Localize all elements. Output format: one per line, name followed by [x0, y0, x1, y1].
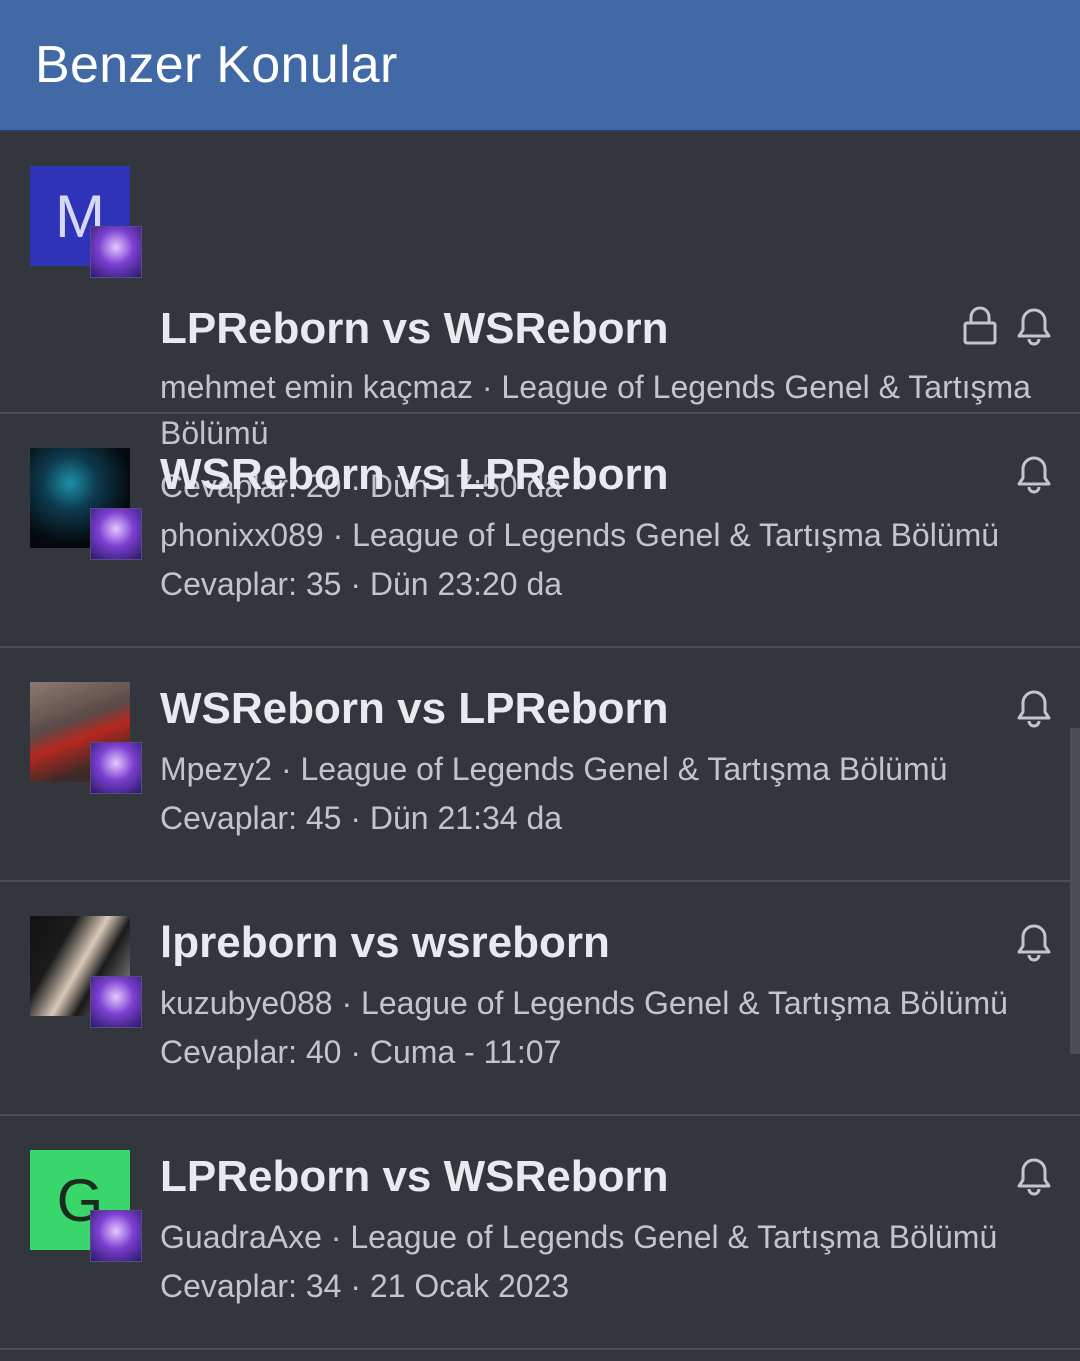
thread-list: M LPReborn vs WSReborn mehmet emin kaçma… — [0, 132, 1080, 1350]
thread-meta: Mpezy2 · League of Legends Genel & Tartı… — [160, 746, 1050, 792]
separator: · — [341, 1268, 370, 1304]
thread-forum[interactable]: League of Legends Genel & Tartışma Bölüm… — [300, 751, 947, 787]
separator: · — [341, 800, 370, 836]
thread-item[interactable]: WSReborn vs LPReborn phonixx089 · League… — [0, 414, 1080, 648]
lock-icon — [962, 306, 998, 346]
thread-item[interactable]: G LPReborn vs WSReborn GuadraAxe · Leagu… — [0, 1116, 1080, 1350]
forum-badge-icon — [90, 508, 142, 560]
thread-item[interactable]: WSReborn vs LPReborn Mpezy2 · League of … — [0, 648, 1080, 882]
reply-count: Cevaplar: 40 — [160, 1034, 342, 1070]
separator: · — [332, 985, 362, 1021]
thread-meta: kuzubye088 · League of Legends Genel & T… — [160, 980, 1050, 1026]
page-title: Benzer Konular — [35, 36, 398, 94]
thread-forum[interactable]: League of Legends Genel & Tartışma Bölüm… — [352, 517, 999, 553]
thread-item[interactable]: lpreborn vs wsreborn kuzubye088 · League… — [0, 882, 1080, 1116]
thread-stats: Cevaplar: 34 · 21 Ocak 2023 — [160, 1268, 569, 1305]
thread-author[interactable]: Mpezy2 — [160, 751, 272, 787]
bell-icon[interactable] — [1016, 688, 1052, 728]
scrollbar[interactable] — [1070, 728, 1080, 1054]
bell-icon[interactable] — [1016, 454, 1052, 494]
thread-title[interactable]: LPReborn vs WSReborn — [160, 304, 669, 354]
separator: · — [321, 1219, 351, 1255]
avatar-group — [30, 916, 142, 1028]
thread-author[interactable]: GuadraAxe — [160, 1219, 322, 1255]
bell-icon[interactable] — [1016, 922, 1052, 962]
thread-stats: Cevaplar: 40 · Cuma - 11:07 — [160, 1034, 561, 1071]
thread-title[interactable]: lpreborn vs wsreborn — [160, 918, 610, 968]
separator: · — [341, 566, 370, 602]
reply-count: Cevaplar: 34 — [160, 1268, 342, 1304]
avatar-group — [30, 682, 142, 794]
thread-meta: phonixx089 · League of Legends Genel & T… — [160, 512, 1050, 558]
page-header: Benzer Konular — [0, 0, 1080, 132]
thread-author[interactable]: kuzubye088 — [160, 985, 333, 1021]
separator: · — [472, 369, 502, 405]
last-post-date[interactable]: Dün 21:34 da — [370, 800, 562, 836]
thread-meta: GuadraAxe · League of Legends Genel & Ta… — [160, 1214, 1050, 1260]
reply-count: Cevaplar: 35 — [160, 566, 342, 602]
last-post-date[interactable]: Dün 23:20 da — [370, 566, 562, 602]
avatar-group: G — [30, 1150, 142, 1262]
avatar-group: M — [30, 166, 142, 278]
forum-badge-icon — [90, 976, 142, 1028]
last-post-date[interactable]: 21 Ocak 2023 — [370, 1268, 569, 1304]
thread-title[interactable]: LPReborn vs WSReborn — [160, 1152, 669, 1202]
thread-author[interactable]: mehmet emin kaçmaz — [160, 369, 473, 405]
thread-forum[interactable]: League of Legends Genel & Tartışma Bölüm… — [361, 985, 1008, 1021]
bell-icon[interactable] — [1016, 306, 1052, 346]
thread-forum[interactable]: League of Legends Genel & Tartışma Bölüm… — [350, 1219, 997, 1255]
separator: · — [272, 751, 301, 787]
thread-author[interactable]: phonixx089 — [160, 517, 324, 553]
forum-badge-icon — [90, 742, 142, 794]
forum-badge-icon — [90, 226, 142, 278]
thread-title[interactable]: WSReborn vs LPReborn — [160, 450, 669, 500]
separator: · — [323, 517, 353, 553]
thread-stats: Cevaplar: 35 · Dün 23:20 da — [160, 566, 562, 603]
bell-icon[interactable] — [1016, 1156, 1052, 1196]
thread-item[interactable]: M LPReborn vs WSReborn mehmet emin kaçma… — [0, 132, 1080, 504]
reply-count: Cevaplar: 45 — [160, 800, 342, 836]
avatar-group — [30, 448, 142, 560]
thread-stats: Cevaplar: 45 · Dün 21:34 da — [160, 800, 562, 837]
thread-title[interactable]: WSReborn vs LPReborn — [160, 684, 669, 734]
separator: · — [341, 1034, 370, 1070]
forum-badge-icon — [90, 1210, 142, 1262]
last-post-date[interactable]: Cuma - 11:07 — [370, 1034, 562, 1070]
